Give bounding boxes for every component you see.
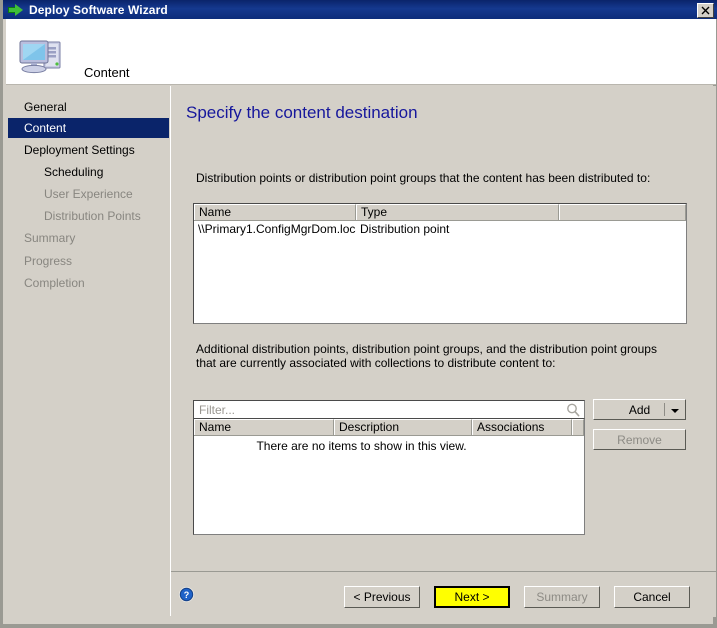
column-header-name[interactable]: Name xyxy=(194,419,334,435)
previous-button-label: < Previous xyxy=(353,590,411,604)
column-header-blank[interactable] xyxy=(559,204,686,220)
sidebar-item-summary[interactable]: Summary xyxy=(8,228,169,248)
wizard-window: Deploy Software Wizard Content General C… xyxy=(0,0,717,628)
sidebar-item-deployment-settings[interactable]: Deployment Settings xyxy=(8,140,169,160)
header-title: Content xyxy=(84,65,130,80)
sidebar-item-label: General xyxy=(24,100,67,114)
sidebar-item-label: Progress xyxy=(24,254,73,268)
empty-state-message: There are no items to show in this view. xyxy=(256,439,467,453)
sidebar-item-label: Distribution Points xyxy=(44,209,141,223)
table-row[interactable]: \\Primary1.ConfigMgrDom.local Distributi… xyxy=(194,221,686,237)
sidebar-item-progress[interactable]: Progress xyxy=(8,251,169,271)
additional-points-listview[interactable]: Name Description Associations There are … xyxy=(193,418,585,535)
close-icon[interactable] xyxy=(697,3,714,18)
title-bar: Deploy Software Wizard xyxy=(3,0,717,19)
help-icon[interactable]: ? xyxy=(178,586,195,603)
computer-icon xyxy=(17,35,67,77)
window-title: Deploy Software Wizard xyxy=(29,2,168,17)
svg-text:?: ? xyxy=(184,590,190,600)
sidebar-item-label: Completion xyxy=(24,276,85,290)
add-button-label: Add xyxy=(628,402,651,417)
column-header-name[interactable]: Name xyxy=(194,204,356,220)
add-button[interactable]: Add xyxy=(593,399,686,420)
remove-button[interactable]: Remove xyxy=(593,429,686,450)
page-title: Specify the content destination xyxy=(186,103,418,122)
listview-header: Name Description Associations xyxy=(194,419,584,436)
listview-header: Name Type xyxy=(194,204,686,221)
sidebar-item-label: Summary xyxy=(24,231,76,245)
wizard-steps-sidebar: General Content Deployment Settings Sche… xyxy=(6,86,171,616)
column-header-blank[interactable] xyxy=(572,419,584,435)
content-pane: Specify the content destination Distribu… xyxy=(171,86,716,571)
sidebar-item-user-experience[interactable]: User Experience xyxy=(8,184,169,204)
cancel-button-label: Cancel xyxy=(633,590,671,604)
sidebar-item-completion[interactable]: Completion xyxy=(8,273,169,293)
summary-button[interactable]: Summary xyxy=(524,586,600,608)
next-button-label: Next > xyxy=(454,590,490,604)
sidebar-item-general[interactable]: General xyxy=(8,97,169,117)
cancel-button[interactable]: Cancel xyxy=(614,586,690,608)
filter-input[interactable]: Filter... xyxy=(193,400,585,419)
sidebar-item-content[interactable]: Content xyxy=(8,118,169,138)
distributed-to-label: Distribution points or distribution poin… xyxy=(196,171,651,185)
column-header-associations[interactable]: Associations xyxy=(472,419,572,435)
column-header-description[interactable]: Description xyxy=(334,419,472,435)
column-header-type[interactable]: Type xyxy=(356,204,559,220)
cell-type: Distribution point xyxy=(360,222,450,236)
sidebar-item-distribution-points[interactable]: Distribution Points xyxy=(8,206,169,226)
previous-button[interactable]: < Previous xyxy=(344,586,420,608)
sidebar-item-scheduling[interactable]: Scheduling xyxy=(8,162,169,182)
sidebar-item-label: Content xyxy=(24,121,67,135)
magnifier-icon[interactable] xyxy=(565,402,581,418)
next-button[interactable]: Next > xyxy=(434,586,510,608)
add-button-divider xyxy=(664,403,665,416)
sidebar-item-label: Deployment Settings xyxy=(24,143,135,157)
wizard-header: Content xyxy=(6,19,716,85)
sidebar-item-label: User Experience xyxy=(44,187,133,201)
cell-name: \\Primary1.ConfigMgrDom.local xyxy=(198,222,356,236)
wizard-footer: ? < Previous Next > Summary Cancel xyxy=(171,571,716,617)
additional-points-label: Additional distribution points, distribu… xyxy=(196,342,657,370)
distributed-points-listview[interactable]: Name Type \\Primary1.ConfigMgrDom.local … xyxy=(193,203,687,324)
chevron-down-icon[interactable] xyxy=(671,409,679,413)
summary-button-label: Summary xyxy=(536,590,588,604)
sidebar-item-label: Scheduling xyxy=(44,165,104,179)
green-arrow-icon xyxy=(8,3,24,17)
remove-button-label: Remove xyxy=(617,432,662,447)
filter-placeholder: Filter... xyxy=(199,402,236,417)
